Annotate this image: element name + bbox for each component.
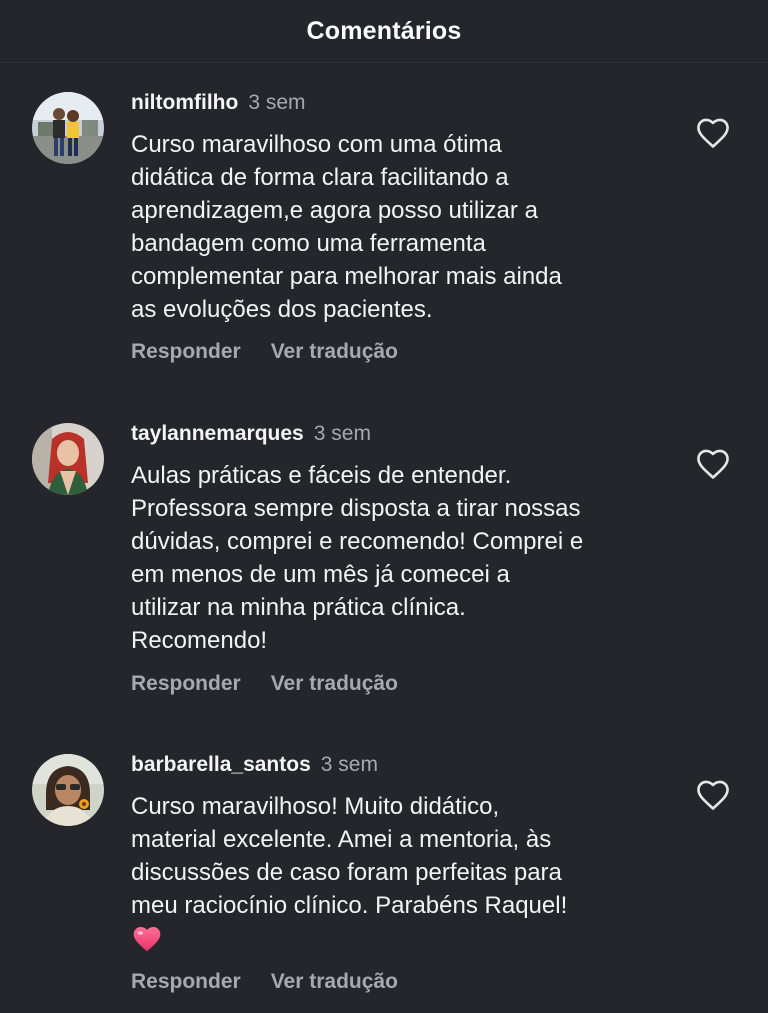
comment-actions: Responder Ver tradução [131, 969, 398, 995]
pink-heart-emoji [133, 927, 161, 952]
comment-line: dúvidas, comprei e recomendo! Comprei e [131, 528, 584, 555]
avatar[interactable] [32, 754, 104, 826]
comment-line: em menos de um mês já comecei a [131, 561, 510, 588]
comment-line: material excelente. Amei a mentoria, às [131, 826, 552, 853]
comment-meta: barbarella_santos 3 sem [131, 752, 378, 778]
comment-line: Aulas práticas e fáceis de entender. [131, 462, 512, 489]
comment-line: as evoluções dos pacientes. [131, 296, 433, 323]
comment-line: bandagem como uma ferramenta [131, 230, 486, 257]
comment-line: complementar para melhorar mais ainda [131, 263, 562, 290]
translate-button[interactable]: Ver tradução [271, 340, 398, 363]
comment-actions: Responder Ver tradução [131, 339, 398, 365]
avatar-photo [32, 92, 104, 164]
comment-line: aprendizagem,e agora posso utilizar a [131, 197, 538, 224]
comment-line: didática de forma clara facilitando a [131, 164, 509, 191]
comment-line: utilizar na minha prática clínica. [131, 594, 466, 621]
comment-line: discussões de caso foram perfeitas para [131, 859, 562, 886]
comment-line [131, 924, 691, 954]
translate-button[interactable]: Ver tradução [271, 672, 398, 695]
avatar-photo [32, 423, 104, 495]
avatar[interactable] [32, 423, 104, 495]
comment-line: Curso maravilhoso! Muito didático, [131, 793, 500, 820]
username-link[interactable]: taylannemarques [131, 422, 304, 445]
like-button[interactable] [695, 117, 731, 149]
avatar[interactable] [32, 92, 104, 164]
comment-text: Curso maravilhoso com uma ótima didática… [131, 128, 691, 326]
comment-line: meu raciocínio clínico. Parabéns Raquel! [131, 892, 568, 919]
page-title: Comentários [306, 16, 462, 45]
heart-outline-icon [697, 780, 729, 810]
username-link[interactable]: niltomfilho [131, 91, 238, 114]
heart-outline-icon [697, 118, 729, 148]
comment-time: 3 sem [248, 91, 306, 114]
comment-line: Curso maravilhoso com uma ótima [131, 131, 502, 158]
username-link[interactable]: barbarella_santos [131, 753, 311, 776]
comment-time: 3 sem [313, 422, 371, 445]
comment-line: Recomendo! [131, 627, 268, 654]
comment-time: 3 sem [320, 753, 378, 776]
like-button[interactable] [695, 448, 731, 480]
comments-header: Comentários [0, 0, 768, 63]
comment-text: Aulas práticas e fáceis de entender. Pro… [131, 459, 691, 657]
comment-line: Professora sempre disposta a tirar nossa… [131, 495, 581, 522]
comment-actions: Responder Ver tradução [131, 671, 398, 697]
reply-button[interactable]: Responder [131, 340, 241, 363]
heart-outline-icon [697, 449, 729, 479]
like-button[interactable] [695, 779, 731, 811]
reply-button[interactable]: Responder [131, 672, 241, 695]
comment-meta: taylannemarques 3 sem [131, 421, 371, 447]
comment-meta: niltomfilho 3 sem [131, 90, 306, 116]
translate-button[interactable]: Ver tradução [271, 970, 398, 993]
reply-button[interactable]: Responder [131, 970, 241, 993]
comment-text: Curso maravilhoso! Muito didático, mater… [131, 790, 691, 954]
avatar-photo [32, 754, 104, 826]
